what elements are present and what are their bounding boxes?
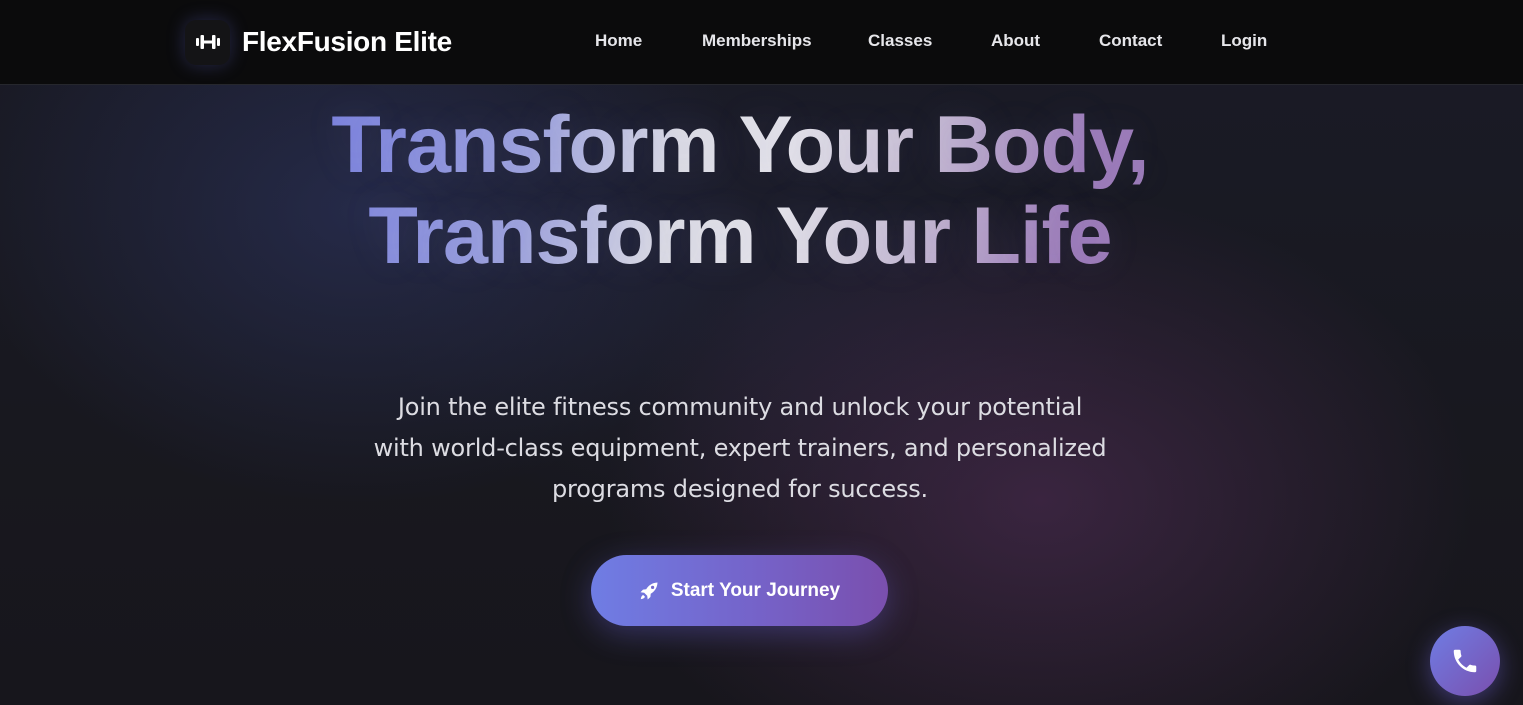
start-journey-label: Start Your Journey [670,579,841,601]
nav-login-link[interactable]: Login [1221,31,1267,51]
nav-classes-link[interactable]: Classes [868,31,932,51]
nav-memberships-link[interactable]: Memberships [702,31,812,51]
phone-icon [1453,649,1477,673]
nav-home-link[interactable]: Home [595,31,642,51]
navbar: FlexFusion Elite Home Memberships Classe… [0,0,1523,85]
landing-page: FlexFusion Elite Home Memberships Classe… [0,0,1523,705]
hero-subtitle: Join the elite fitness community and unl… [373,393,1107,503]
call-button[interactable] [1430,626,1500,696]
nav-about-link[interactable]: About [991,31,1040,51]
main-nav: Home Memberships Classes About Contact L… [0,0,1523,84]
rocket-icon [640,582,658,599]
hero-title: Transform Your Body, Transform Your Life [331,100,1149,281]
start-journey-button[interactable]: Start Your Journey [591,555,888,626]
nav-contact-link[interactable]: Contact [1099,31,1162,51]
